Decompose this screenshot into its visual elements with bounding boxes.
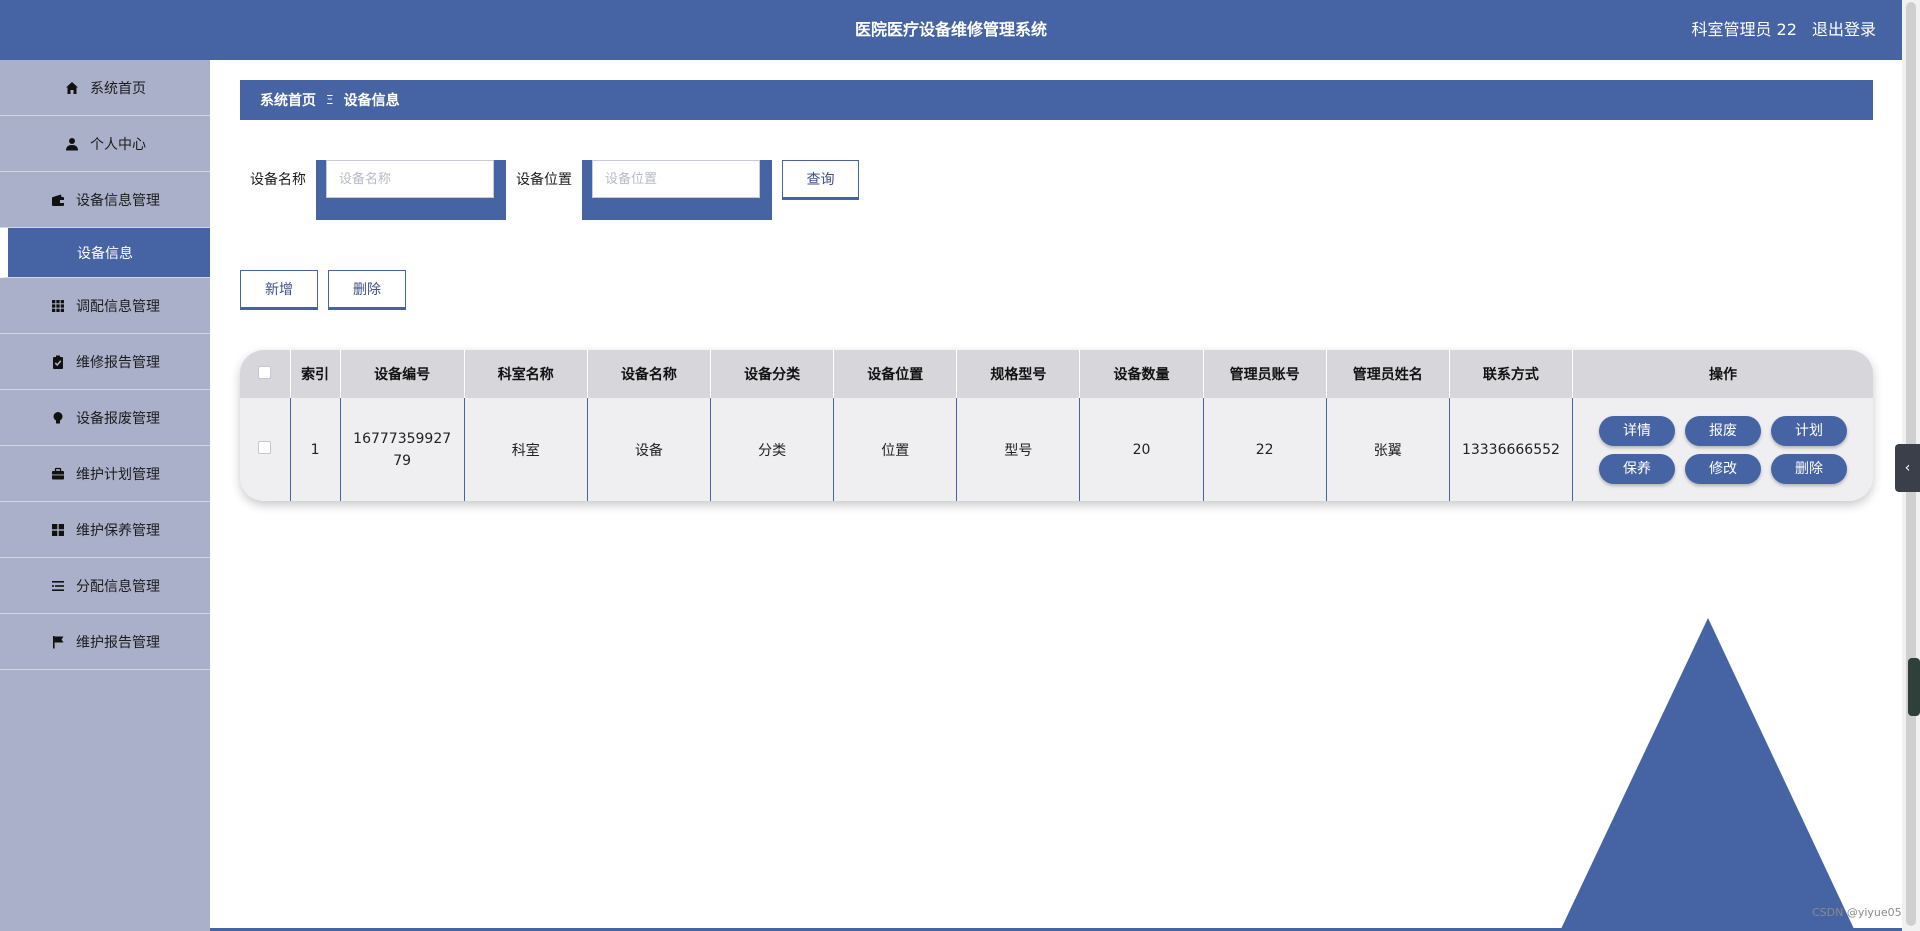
cell-admin-name: 张翼: [1326, 398, 1450, 501]
home-icon: [64, 80, 80, 96]
sidebar-item-label: 设备信息管理: [76, 192, 160, 209]
device-name-field-wrap: [316, 160, 506, 220]
column-header: 管理员姓名: [1326, 350, 1450, 398]
flag-icon: [50, 634, 66, 650]
scrap-button[interactable]: 报废: [1685, 415, 1761, 446]
cell-quantity: 20: [1079, 398, 1204, 501]
table-row: 1 1677735992779 科室 设备 分类 位置 型号 20 22 张翼 …: [240, 398, 1873, 501]
delete-button[interactable]: 删除: [1771, 453, 1847, 484]
sidebar-item-maintenance-plan-mgmt[interactable]: 维护计划管理: [0, 446, 210, 502]
column-header: 联系方式: [1449, 350, 1574, 398]
list-icon: [50, 578, 66, 594]
decorative-triangle: [1560, 618, 1855, 931]
cell-contact: 13336666552: [1449, 398, 1574, 501]
current-user: 科室管理员 22: [1691, 20, 1797, 39]
sidebar-item-personal-center[interactable]: 个人中心: [0, 116, 210, 172]
column-header: 设备编号: [340, 350, 465, 398]
briefcase-icon: [50, 466, 66, 482]
user-box: 科室管理员 22 退出登录: [1681, 0, 1876, 60]
sidebar-item-maintenance-report-mgmt[interactable]: 维护报告管理: [0, 614, 210, 670]
cell-model: 型号: [956, 398, 1081, 501]
column-header: 设备位置: [833, 350, 958, 398]
column-header: 规格型号: [956, 350, 1081, 398]
column-header: 管理员账号: [1203, 350, 1327, 398]
sidebar-item-repair-report-mgmt[interactable]: 维修报告管理: [0, 334, 210, 390]
watermark: CSDN @yiyue05: [1812, 906, 1902, 919]
sidebar-item-label: 设备报废管理: [76, 410, 160, 427]
sidebar-item-assignment-mgmt[interactable]: 分配信息管理: [0, 558, 210, 614]
sidebar-item-device-info-mgmt[interactable]: 设备信息管理: [0, 172, 210, 228]
upkeep-button[interactable]: 保养: [1599, 453, 1675, 484]
cell-location: 位置: [833, 398, 958, 501]
query-button[interactable]: 查询: [782, 160, 859, 198]
column-header: 设备数量: [1079, 350, 1204, 398]
wallet-icon: [50, 192, 66, 208]
sidebar-item-label: 维修报告管理: [76, 354, 160, 371]
row-checkbox[interactable]: [258, 441, 272, 454]
sidebar-item-device-info[interactable]: 设备信息: [0, 228, 210, 278]
column-header: 索引: [290, 350, 341, 398]
app-title: 医院医疗设备维修管理系统: [854, 20, 1047, 39]
device-location-input[interactable]: [592, 160, 760, 198]
cell-device-name: 设备: [587, 398, 712, 501]
device-name-label: 设备名称: [250, 172, 306, 188]
detail-button[interactable]: 详情: [1599, 415, 1675, 446]
breadcrumb-home[interactable]: 系统首页: [260, 90, 316, 110]
device-location-label: 设备位置: [516, 172, 572, 188]
sidebar-item-label: 个人中心: [90, 136, 146, 153]
apps-icon: [50, 522, 66, 538]
sidebar: 系统首页 个人中心 设备信息管理 设备信息 调配信息管理 维修报告管理 设备报废…: [0, 60, 210, 931]
chevron-left-icon[interactable]: ‹: [1895, 444, 1920, 492]
floating-widget[interactable]: [1908, 658, 1920, 716]
sidebar-item-label: 维护保养管理: [76, 522, 160, 539]
cell-category: 分类: [710, 398, 835, 501]
cell-admin-account: 22: [1203, 398, 1327, 501]
sidebar-item-label: 调配信息管理: [76, 298, 160, 315]
top-bar: 医院医疗设备维修管理系统 科室管理员 22 退出登录: [0, 0, 1902, 60]
column-header: 科室名称: [464, 350, 588, 398]
table-header-row: 索引 设备编号 科室名称 设备名称 设备分类 设备位置 规格型号 设备数量 管理…: [240, 350, 1873, 398]
clipboard-check-icon: [50, 354, 66, 370]
sidebar-item-label: 分配信息管理: [76, 578, 160, 595]
select-all-cell: [240, 350, 291, 398]
row-select-cell: [240, 398, 291, 501]
edit-button[interactable]: 修改: [1685, 453, 1761, 484]
sidebar-item-home[interactable]: 系统首页: [0, 60, 210, 116]
breadcrumb: 系统首页 Ξ 设备信息: [240, 80, 1873, 120]
breadcrumb-separator-icon: Ξ: [326, 93, 334, 107]
cell-ops: 详情 报废 计划 保养 修改 删除: [1572, 398, 1873, 501]
user-icon: [64, 136, 80, 152]
add-button[interactable]: 新增: [240, 270, 318, 308]
cell-dept: 科室: [464, 398, 588, 501]
device-table: 索引 设备编号 科室名称 设备名称 设备分类 设备位置 规格型号 设备数量 管理…: [240, 350, 1873, 501]
breadcrumb-current: 设备信息: [343, 93, 400, 109]
grid-icon: [50, 298, 66, 314]
cell-index: 1: [290, 398, 341, 501]
row-actions: 详情 报废 计划 保养 修改 删除: [1574, 415, 1872, 484]
sidebar-item-scrap-mgmt[interactable]: 设备报废管理: [0, 390, 210, 446]
cell-device-no: 1677735992779: [340, 398, 465, 501]
device-name-input[interactable]: [326, 160, 494, 198]
logout-link[interactable]: 退出登录: [1812, 20, 1876, 39]
select-all-checkbox[interactable]: [258, 365, 272, 379]
bulb-icon: [50, 410, 66, 426]
sidebar-item-label: 系统首页: [90, 80, 146, 97]
sidebar-item-label: 维护报告管理: [76, 634, 160, 651]
device-location-field-wrap: [582, 160, 772, 220]
sidebar-item-upkeep-mgmt[interactable]: 维护保养管理: [0, 502, 210, 558]
column-header: 设备分类: [710, 350, 835, 398]
column-header: 设备名称: [587, 350, 712, 398]
batch-delete-button[interactable]: 删除: [328, 270, 406, 308]
sidebar-item-allocation-mgmt[interactable]: 调配信息管理: [0, 278, 210, 334]
plan-button[interactable]: 计划: [1771, 415, 1847, 446]
sidebar-item-label: 维护计划管理: [76, 466, 160, 483]
sidebar-item-label: 设备信息: [77, 245, 133, 262]
column-header: 操作: [1572, 350, 1873, 398]
